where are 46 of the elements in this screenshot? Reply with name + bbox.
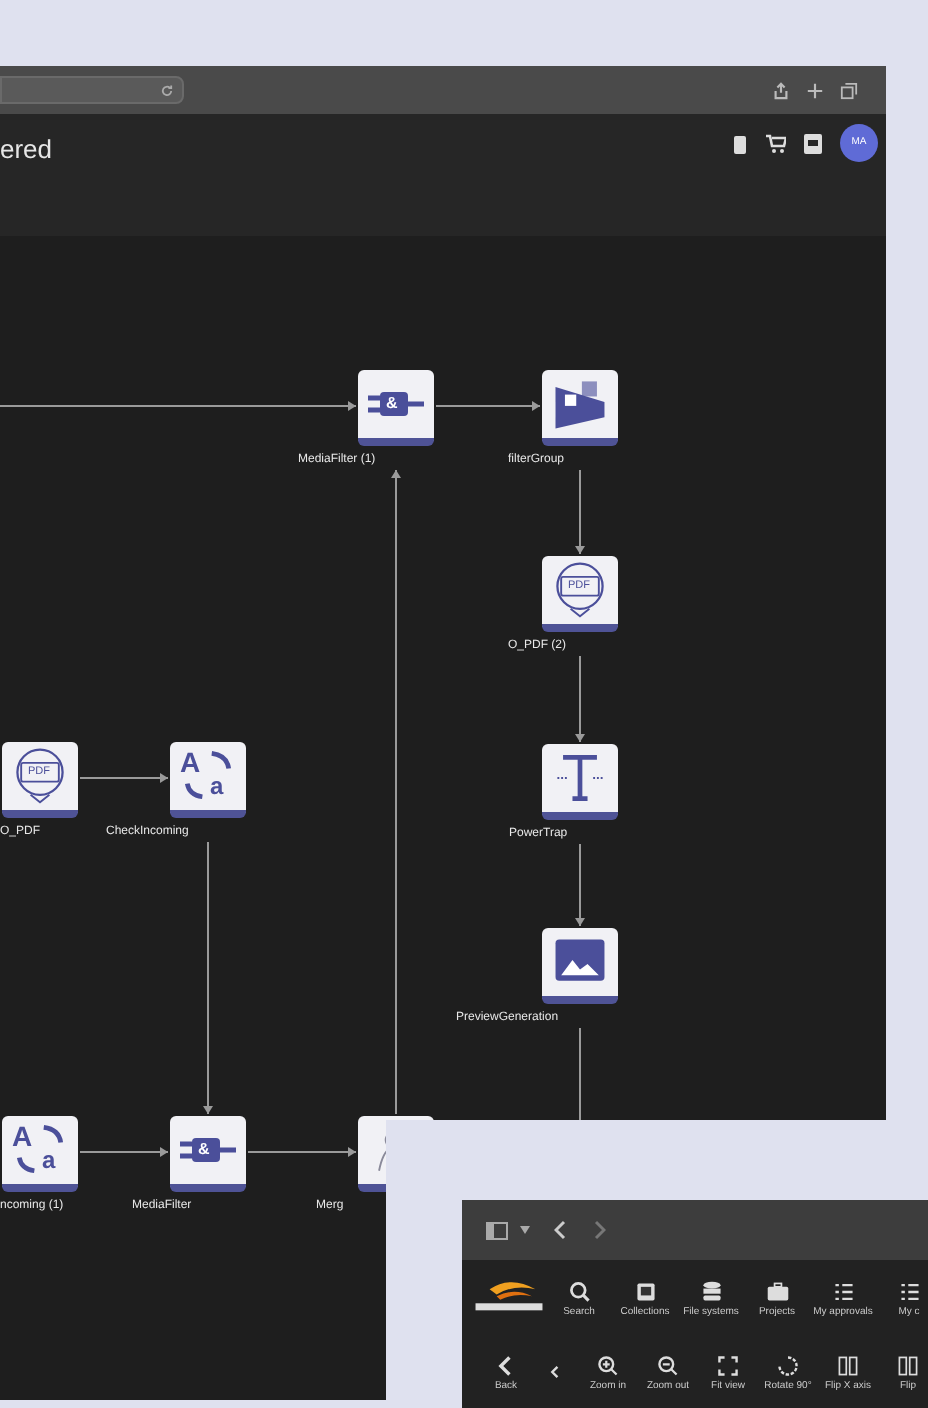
list-icon [897, 1279, 921, 1303]
filter-node-icon [180, 1138, 236, 1162]
back-chevron-icon[interactable] [554, 1220, 566, 1240]
connector-arrow [575, 655, 585, 743]
filter-node-icon [368, 392, 424, 416]
sidebar-icon[interactable] [486, 1221, 508, 1239]
icon-letter: A [12, 1122, 33, 1150]
search-icon [567, 1279, 591, 1303]
workflow-node[interactable]: & [358, 370, 434, 446]
reload-icon[interactable] [160, 83, 174, 97]
list-icon [831, 1279, 855, 1303]
cart-icon[interactable] [766, 133, 786, 153]
icon-letter: A [180, 748, 201, 776]
rotate-icon [776, 1353, 800, 1377]
workflow-node[interactable] [542, 928, 618, 1004]
workflow-node[interactable] [542, 370, 618, 446]
workflow-node[interactable]: A a [2, 1116, 78, 1192]
icon-letter: & [386, 396, 398, 412]
collection-icon [633, 1279, 657, 1303]
workflow-node[interactable] [542, 744, 618, 820]
connector-arrow [79, 1147, 169, 1157]
icon-letter: a [42, 1148, 56, 1172]
zoom-in-icon [596, 1353, 620, 1377]
icon-letter: a [210, 774, 224, 798]
fit-view-icon [716, 1353, 740, 1377]
plus-icon[interactable] [806, 81, 824, 99]
share-icon[interactable] [772, 81, 790, 99]
note-icon[interactable] [804, 133, 822, 153]
database-icon [699, 1279, 723, 1303]
connector-arrow [435, 401, 541, 411]
workflow-node[interactable]: A a [170, 742, 246, 818]
forward-chevron-icon[interactable] [594, 1220, 606, 1240]
tabs-icon[interactable] [840, 81, 858, 99]
connector-arrow [247, 1147, 357, 1157]
connector-arrow [575, 469, 585, 555]
url-field[interactable] [0, 76, 184, 104]
flip-icon [836, 1353, 860, 1377]
page-title: ered [0, 132, 53, 168]
zoom-out-icon [656, 1353, 680, 1377]
icon-letter: & [198, 1142, 210, 1158]
briefcase-icon [765, 1279, 789, 1303]
caret-icon[interactable] [520, 1226, 530, 1234]
workflow-node[interactable]: & [170, 1116, 246, 1192]
connector-arrow [79, 773, 169, 783]
connector-arrow [575, 843, 585, 927]
flip-icon [896, 1353, 920, 1377]
